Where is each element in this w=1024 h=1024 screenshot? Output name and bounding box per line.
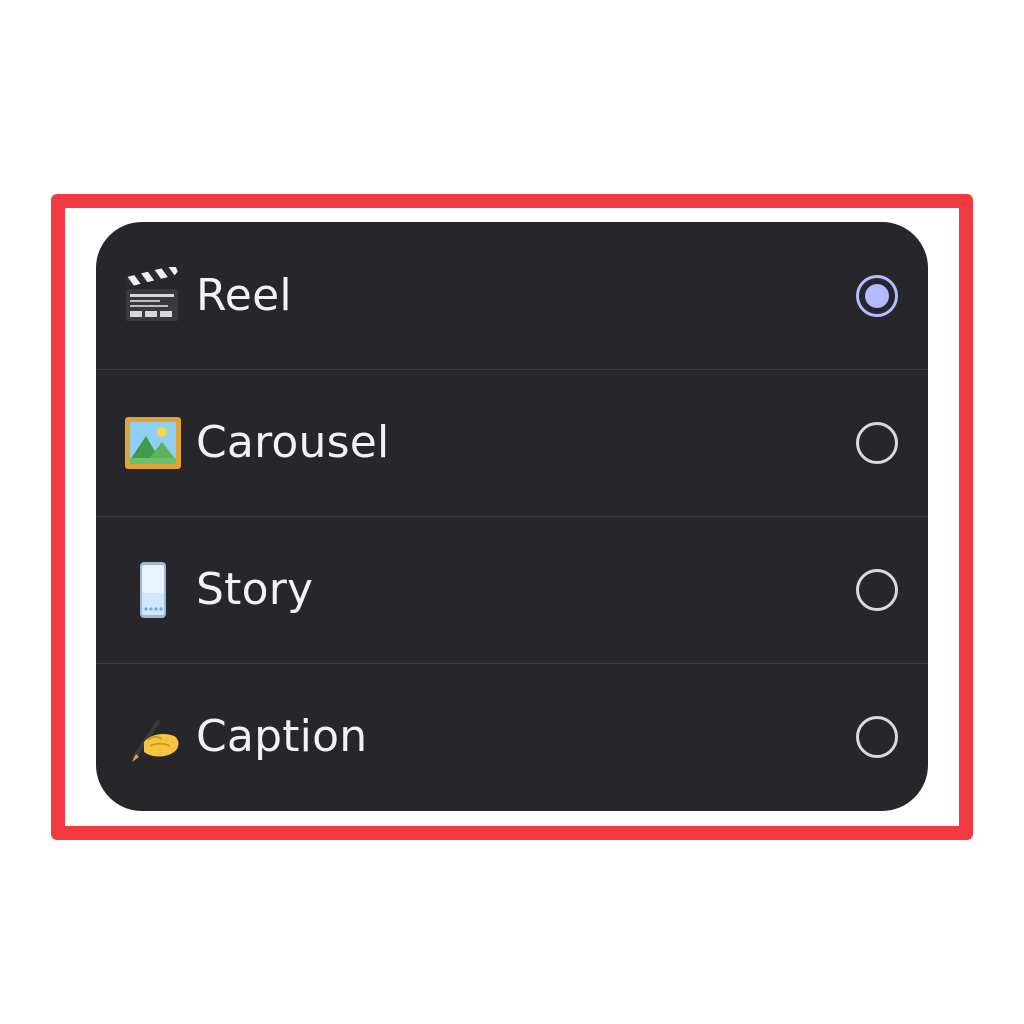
writing-hand-icon bbox=[124, 708, 182, 766]
option-label-story: Story bbox=[196, 564, 314, 615]
option-carousel[interactable]: Carousel bbox=[96, 369, 928, 516]
option-label-reel: Reel bbox=[196, 269, 292, 321]
framed-picture-icon bbox=[124, 414, 182, 472]
clapper-board-icon bbox=[123, 264, 182, 325]
post-type-option-list: Reel Carousel Story Caption bbox=[96, 222, 928, 811]
option-label-carousel: Carousel bbox=[196, 417, 390, 468]
radio-button-selected[interactable] bbox=[856, 274, 898, 317]
option-caption[interactable]: Caption bbox=[96, 663, 928, 810]
radio-button[interactable] bbox=[856, 422, 898, 464]
mobile-phone-icon bbox=[124, 561, 182, 619]
option-label-caption: Caption bbox=[196, 711, 368, 762]
option-reel[interactable]: Reel bbox=[96, 222, 928, 369]
option-story[interactable]: Story bbox=[96, 516, 928, 663]
radio-dot bbox=[865, 283, 889, 308]
radio-button[interactable] bbox=[856, 716, 898, 758]
radio-button[interactable] bbox=[856, 569, 898, 611]
